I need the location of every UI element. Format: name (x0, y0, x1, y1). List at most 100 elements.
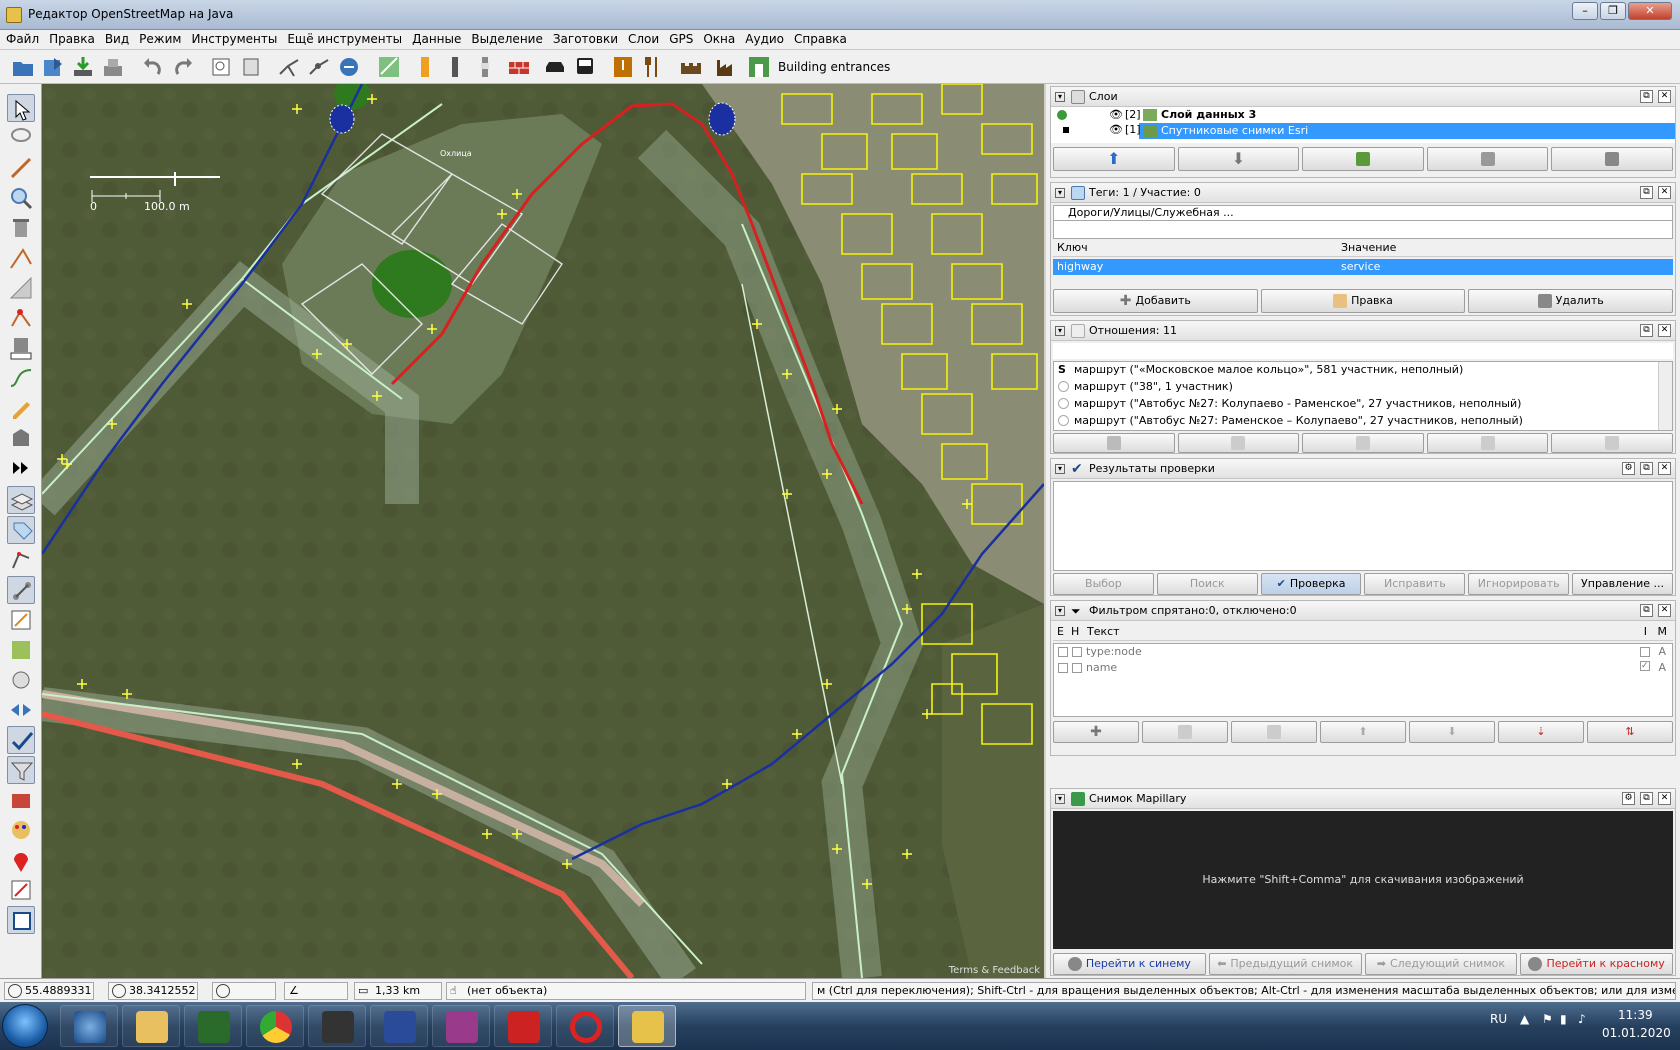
sticky-icon[interactable]: ⧉ (1640, 324, 1653, 337)
collapse-icon[interactable]: ▾ (1055, 188, 1065, 198)
add-tag-button[interactable]: ✚ Добавить (1053, 289, 1258, 313)
collapse-icon[interactable]: ▾ (1055, 464, 1065, 474)
lasso-mode-icon[interactable] (7, 124, 35, 152)
taskbar-media[interactable] (308, 1005, 366, 1047)
menu-help[interactable]: Справка (788, 30, 851, 46)
flag-icon[interactable]: ⚑ (1542, 1012, 1553, 1026)
search-icon[interactable] (238, 54, 264, 80)
merge-layer-button[interactable] (1302, 147, 1424, 171)
sort-filter-button[interactable]: ⇣ (1498, 721, 1584, 743)
toggle-changeset-icon[interactable] (7, 876, 35, 904)
route-icon[interactable] (7, 364, 35, 392)
add-filter-button[interactable]: ✚ (1053, 721, 1139, 743)
select-members-button[interactable] (1551, 433, 1673, 453)
edit-tag-button[interactable]: Правка (1260, 289, 1466, 313)
key-column-header[interactable]: Ключ (1057, 239, 1088, 257)
collapse-icon[interactable]: ▾ (1055, 326, 1065, 336)
layer-row-data[interactable]: 👁 [2] Слой данных 3 (1051, 107, 1675, 123)
menu-more-tools[interactable]: Ещё инструменты (281, 30, 406, 46)
tray-arrow-icon[interactable]: ▲ (1520, 1012, 1529, 1026)
ignore-button[interactable]: Игнорировать (1468, 573, 1570, 595)
split-way-icon[interactable] (276, 54, 302, 80)
relation-item[interactable]: маршрут ("Автобус №27: Раменское – Колуп… (1054, 413, 1672, 429)
edit-relation-button[interactable] (1053, 433, 1175, 453)
preset-wall-icon[interactable] (506, 54, 532, 80)
tag-row[interactable]: highway service (1053, 259, 1673, 275)
relation-item[interactable]: Sмаршрут ("«Московское малое кольцо»", 5… (1054, 362, 1672, 378)
inverted-column-header[interactable]: I (1644, 623, 1647, 641)
download-icon[interactable] (70, 54, 96, 80)
taskbar-chrome[interactable] (246, 1005, 304, 1047)
toggle-tags-icon[interactable] (7, 516, 35, 544)
inverted-checkbox[interactable] (1640, 647, 1650, 657)
filter-row[interactable]: name ✓ A (1054, 660, 1672, 676)
toggle-history-icon[interactable] (7, 666, 35, 694)
maximize-button[interactable]: ❐ (1600, 2, 1626, 20)
map-attribution[interactable]: Terms & Feedback (949, 965, 1040, 976)
validation-select-button[interactable]: Выбор (1053, 573, 1154, 595)
toggle-layers-icon[interactable] (7, 486, 35, 514)
close-icon[interactable]: ✕ (1658, 324, 1671, 337)
map-paint-icon[interactable] (376, 54, 402, 80)
toggle-notes-icon[interactable] (7, 786, 35, 814)
pencil-icon[interactable] (7, 394, 35, 422)
zoom-mode-icon[interactable] (7, 184, 35, 212)
relation-item[interactable]: маршрут ("Автобус №27: Колупаево - Рамен… (1054, 396, 1672, 412)
close-icon[interactable]: ✕ (1658, 186, 1671, 199)
extrude-mode-icon[interactable] (7, 274, 35, 302)
delete-layer-button[interactable] (1551, 147, 1673, 171)
menu-audio[interactable]: Аудио (739, 30, 788, 46)
minimize-button[interactable]: – (1572, 2, 1598, 20)
preset-bollard-icon[interactable] (472, 54, 498, 80)
eye-icon[interactable]: 👁 (1109, 107, 1123, 123)
menu-file[interactable]: Файл (0, 30, 43, 46)
close-icon[interactable]: ✕ (1658, 462, 1671, 475)
map-view[interactable]: Охлица 0 100.0 m Terms & Feedback (42, 84, 1044, 978)
reverse-way-icon[interactable] (336, 54, 362, 80)
toggle-filter-icon[interactable] (7, 756, 35, 784)
edit-filter-button[interactable] (1142, 721, 1228, 743)
hidden-checkbox[interactable] (1072, 663, 1082, 673)
taskbar-opera[interactable] (556, 1005, 614, 1047)
menu-selection[interactable]: Выделение (465, 30, 546, 46)
close-button[interactable]: ✕ (1628, 2, 1672, 20)
collapse-icon[interactable]: ▾ (1055, 606, 1065, 616)
inverted-checkbox[interactable]: ✓ (1640, 661, 1650, 671)
collapse-icon[interactable]: ▾ (1055, 92, 1065, 102)
taskbar-globe[interactable] (60, 1005, 118, 1047)
delete-tag-button[interactable]: Удалить (1468, 289, 1674, 313)
clock-time[interactable]: 11:39 (1618, 1008, 1653, 1022)
manage-button[interactable]: Управление ... (1572, 573, 1673, 595)
relation-item[interactable]: маршрут ("38", 1 участник) (1054, 379, 1672, 395)
volume-icon[interactable]: ♪ (1578, 1012, 1586, 1026)
taskbar-shift-n[interactable] (184, 1005, 242, 1047)
menu-windows[interactable]: Окна (697, 30, 739, 46)
network-icon[interactable]: ▮ (1560, 1012, 1567, 1026)
enabled-column-header[interactable]: E (1057, 623, 1064, 641)
layer-properties-button[interactable] (1426, 147, 1549, 171)
redo-icon[interactable] (170, 54, 196, 80)
relations-scrollbar[interactable] (1658, 362, 1672, 430)
select-mode-icon[interactable] (7, 94, 35, 122)
preset-factory-icon[interactable] (714, 54, 740, 80)
toggle-author-icon[interactable] (7, 636, 35, 664)
mode-column-header[interactable]: M (1658, 623, 1668, 641)
preset-link[interactable]: Дороги/Улицы/Служебная ... (1053, 205, 1673, 221)
preset-traffic-light-icon[interactable] (412, 54, 438, 80)
toggle-note-marker-icon[interactable] (7, 846, 35, 874)
value-column-header[interactable]: Значение (1341, 239, 1396, 257)
sticky-icon[interactable]: ⧉ (1640, 604, 1653, 617)
clock-date[interactable]: 01.01.2020 (1602, 1026, 1671, 1040)
building-entrances-label[interactable]: Building entrances (778, 60, 890, 74)
collapse-icon[interactable]: ▾ (1055, 794, 1065, 804)
building-tool-icon[interactable] (7, 424, 35, 452)
building-entrances-icon[interactable] (746, 54, 772, 80)
relation-filter[interactable] (1053, 343, 1673, 359)
toggle-conflict-icon[interactable] (7, 696, 35, 724)
menu-data[interactable]: Данные (406, 30, 465, 46)
upload-icon[interactable] (100, 54, 126, 80)
filter-row[interactable]: type:node A (1054, 644, 1672, 660)
menu-edit[interactable]: Правка (43, 30, 99, 46)
preset-barrier-icon[interactable] (442, 54, 468, 80)
taskbar-josm[interactable] (618, 1005, 676, 1047)
